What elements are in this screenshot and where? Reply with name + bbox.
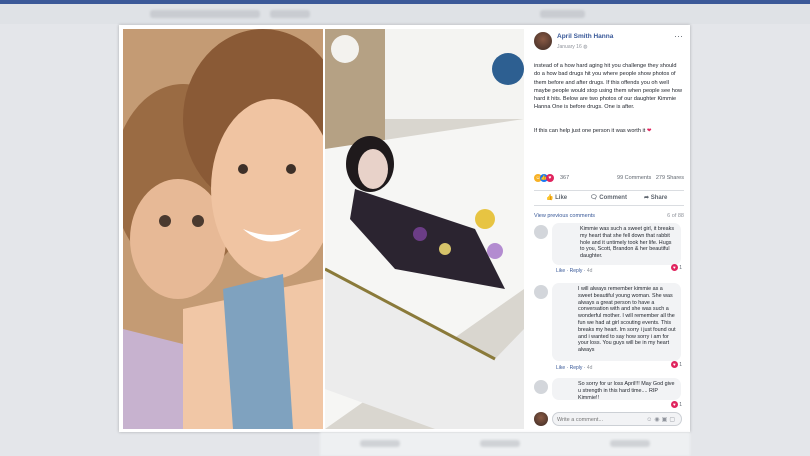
after-photo[interactable] [325,29,524,429]
post-details-panel: April Smith Hanna January 16 ◍ ··· inste… [528,25,690,432]
before-photo[interactable] [123,29,323,429]
blurred-action [480,440,520,447]
shares-count[interactable]: 279 Shares [656,175,684,181]
comment-input-wrapper: ☺◉▣▢ [552,412,682,426]
comment-input[interactable] [557,415,637,424]
comment-time: 4d [586,268,593,274]
heart-emoji-icon: ❤ [646,128,652,134]
blurred-action [610,440,650,447]
blurred-bottom-bar [320,432,690,456]
comment-bubble: So sorry for ur loss April!!! May God gi… [552,378,681,401]
camera-icon[interactable]: ◉ [654,417,661,423]
comment-like-link[interactable]: Like [556,365,565,371]
post-actions: 👍 Like 🗨 Comment ➦ Share [534,190,684,206]
comment-actions: Like · Reply · 4d [556,268,593,274]
composer-tools: ☺◉▣▢ [646,416,677,423]
avatar[interactable] [534,32,552,50]
after-photo-image [325,29,524,429]
comment-label: Comment [599,195,627,201]
heart-icon: ♥ [670,361,678,368]
comment-reaction-count: 1 [679,362,682,368]
avatar[interactable] [534,225,548,239]
comment-item: So sorry for ur loss April!!! May God gi… [534,378,684,408]
comment-time: 4d [586,365,593,371]
blurred-top-bar [0,0,810,24]
view-previous-comments-link[interactable]: View previous comments [534,213,595,219]
post-date[interactable]: January 16 [557,44,582,50]
avatar[interactable] [534,285,548,299]
share-button[interactable]: ➦ Share [644,194,667,201]
comments-count[interactable]: 99 Comments [617,175,651,181]
comment-button[interactable]: 🗨 Comment [590,194,627,201]
blurred-nav [150,10,260,18]
heart-icon: ♥ [670,264,678,271]
post-meta: January 16 ◍ [557,44,588,50]
comments-page-count: 6 of 88 [667,213,684,219]
author-name[interactable]: April Smith Hanna [557,33,613,40]
blurred-action [360,440,400,447]
comment-actions: Like · Reply · 4d [556,365,593,371]
like-icon: 👍 [546,195,556,201]
like-button[interactable]: 👍 Like [546,194,567,201]
comment-item: Kimmie was such a sweet girl, it breaks … [534,223,684,281]
blurred-nav [270,10,310,18]
comment-item: I will always remember kimmie as a sweet… [534,283,684,375]
heart-icon: ♥ [670,401,678,408]
photo-post-viewer: April Smith Hanna January 16 ◍ ··· inste… [119,25,690,432]
post-closing-text: If this can help just one person it was … [534,128,646,134]
reaction-count: 367 [560,175,570,181]
comment-reaction[interactable]: ♥ 1 [670,264,682,271]
before-photo-image [123,29,323,429]
sticker-icon[interactable]: ▢ [669,417,677,423]
comment-share-stats: 99 Comments 279 Shares [617,175,684,181]
globe-icon: ◍ [583,44,588,50]
blurred-nav [540,10,585,18]
comment-reaction[interactable]: ♥ 1 [670,401,682,408]
comment-reply-link[interactable]: Reply [570,268,583,274]
post-closing: If this can help just one person it was … [534,128,684,134]
comment-icon: 🗨 [590,195,600,201]
avatar[interactable] [534,412,548,426]
comment-reaction[interactable]: ♥ 1 [670,361,682,368]
more-icon[interactable]: ··· [674,31,683,41]
comment-reaction-count: 1 [679,402,682,408]
like-label: Like [555,195,568,201]
comment-reply-link[interactable]: Reply [570,365,583,371]
comment-bubble: Kimmie was such a sweet girl, it breaks … [552,223,681,265]
share-icon: ➦ [644,195,651,201]
comment-reaction-count: 1 [679,265,682,271]
comment-like-link[interactable]: Like [556,268,565,274]
love-icon: ♥ [546,174,554,182]
comment-composer: ☺◉▣▢ [534,411,684,427]
share-label: Share [650,195,668,201]
comment-bubble: I will always remember kimmie as a sweet… [552,283,681,361]
reaction-summary[interactable]: ☺ 👍 ♥ 367 99 Comments 279 Shares [534,174,684,184]
post-body: instead of a how hard aging hit you chal… [534,63,684,111]
avatar[interactable] [534,380,548,394]
